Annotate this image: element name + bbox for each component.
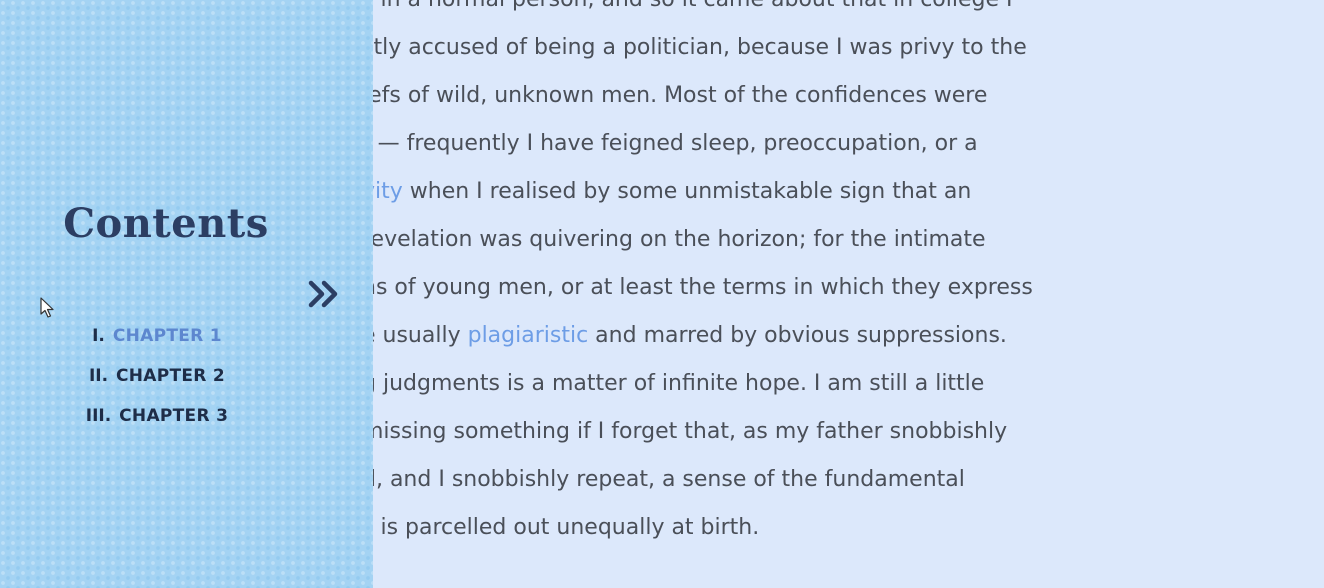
toc-item-label: CHAPTER 3 [119,406,229,426]
mouse-cursor-icon [40,297,54,318]
contents-sidebar: Contents I. CHAPTER 1 II. CHAPTER 2 III.… [0,0,373,588]
text-fragment: when I realised by some unmistakable sig… [402,179,972,204]
toc-item-chapter-1[interactable]: I. CHAPTER 1 [0,322,314,362]
glossary-link-plagiaristic[interactable]: plagiaristic [468,323,589,348]
toc-item-number: I. [92,326,105,346]
double-chevron-right-icon [308,280,338,308]
text-fragment: and marred by obvious suppressions. [588,323,1007,348]
toc-item-chapter-3[interactable]: III. CHAPTER 3 [0,402,314,442]
sidebar-title: Contents [63,200,269,247]
toc-item-number: II. [88,366,109,386]
toc-item-label: CHAPTER 1 [112,326,222,346]
toc-item-label: CHAPTER 2 [115,366,226,386]
toc-item-chapter-2[interactable]: II. CHAPTER 2 [0,362,314,402]
sidebar-toggle-button[interactable] [303,274,345,314]
text-fragment: e usually [362,323,468,348]
table-of-contents: I. CHAPTER 1 II. CHAPTER 2 III. CHAPTER … [0,322,314,442]
toc-item-number: III. [85,406,112,426]
